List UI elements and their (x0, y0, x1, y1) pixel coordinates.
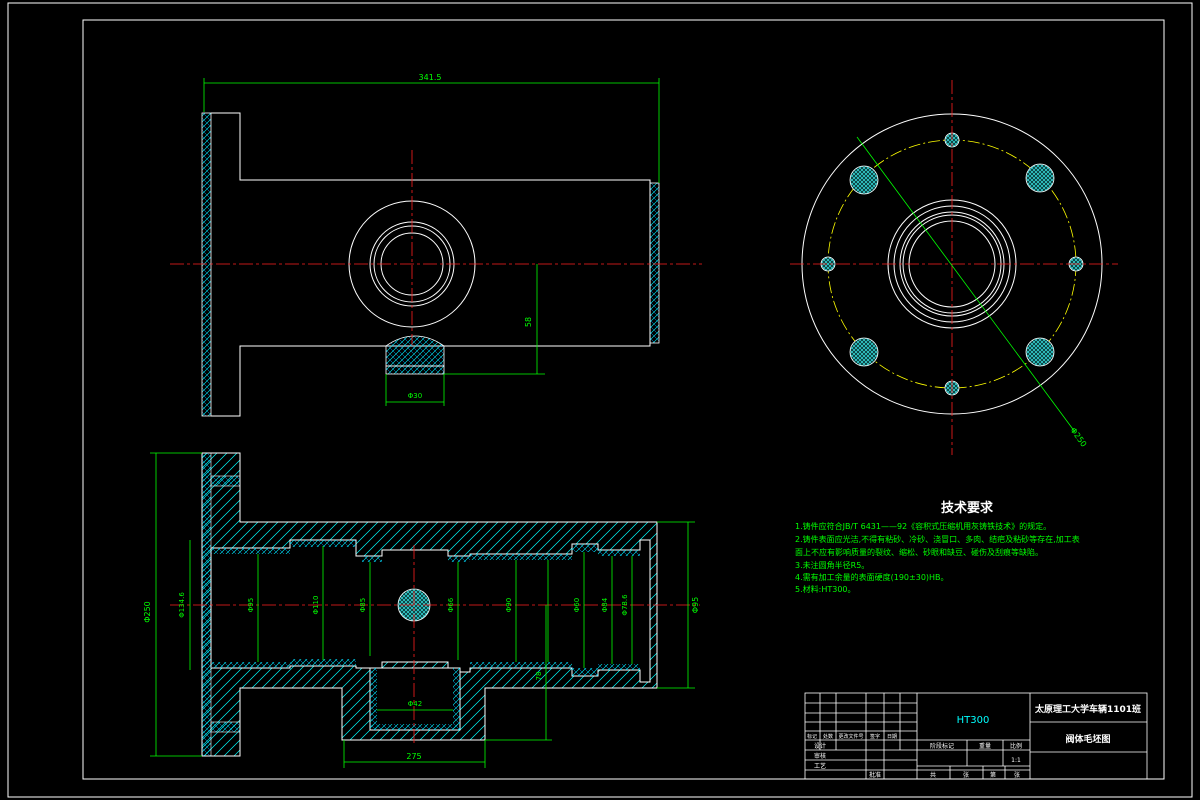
sheet-total-label: 共 (930, 771, 936, 779)
dim-d4-label: Φ66 (447, 597, 455, 612)
bolt-hole-2 (1025, 163, 1055, 193)
col-label-mark: 标记 (807, 733, 817, 740)
bore-lining-bot-2 (290, 659, 356, 666)
dim-d1-label: Φ95 (247, 598, 255, 612)
bolt-hole-3 (849, 337, 879, 367)
tech-requirements-title: 技术要求 (941, 500, 994, 516)
col-label-sign: 签字 (870, 733, 880, 740)
bore-lining-bot-5 (598, 664, 640, 670)
tech-item-1: 1.铸件应符合JB/T 6431——92《容积式压缩机用灰铸铁技术》的规定。 (795, 521, 1051, 531)
dim-length-label: 341.5 (419, 73, 442, 82)
dim-right1-label: Φ78.6 (621, 594, 629, 616)
top-view-flange-hatch (201, 112, 212, 417)
col-label-date: 日期 (887, 734, 897, 740)
row-label-process: 工艺 (814, 762, 826, 770)
top-view-end-hatch (649, 182, 660, 344)
dim-boss-label: Φ30 (408, 392, 422, 400)
bottom-port-lining-b (370, 724, 460, 730)
title-scale: 1:1 (1011, 757, 1021, 764)
scale-label: 比例 (1010, 742, 1022, 750)
dim-bottom-inner-label: Φ42 (408, 700, 422, 708)
section-flange-strip (201, 452, 212, 757)
bore-lining-top-6 (362, 556, 382, 562)
dim-bottom-label: 275 (406, 752, 421, 761)
top-view-bottom-boss (385, 335, 445, 367)
dim-d3-label: Φ85 (359, 598, 367, 612)
dim-d5-label: Φ90 (505, 598, 513, 612)
bolt-hole-1 (849, 165, 879, 195)
bore-lining-top-3 (470, 554, 572, 560)
title-drawing-name: 阀体毛坯图 (1065, 733, 1110, 745)
col-label-doc: 更改文件号 (838, 733, 863, 740)
dim-total-height-label: Φ250 (143, 601, 152, 623)
tech-item-4: 4.需有加工余量的表面硬度(190±30)HB。 (795, 572, 949, 582)
top-view-bottom-boss-lip (385, 365, 445, 375)
dim-d7-label: Φ84 (601, 597, 609, 612)
tech-item-2b: 面上不应有影响质量的裂纹、缩松、砂眼和缺豆、碰伤及刮痕等缺陷。 (795, 547, 1043, 557)
row-label-design: 设计 (814, 742, 826, 750)
bottom-port-lining (370, 668, 377, 730)
weight-label: 重量 (979, 742, 991, 750)
row-label-approve: 批准 (869, 771, 881, 779)
bore-lining-bot-4 (572, 668, 598, 676)
bolt-hole-4 (1025, 337, 1055, 367)
tech-item-5: 5.材料:HT300。 (795, 584, 856, 594)
dim-d6-label: Φ60 (573, 598, 581, 612)
bottom-port-lining-r (453, 668, 460, 730)
flange-end-view: Φ250 (790, 80, 1118, 455)
sheet-no-label: 第 (990, 771, 996, 779)
col-label-count: 处数 (823, 733, 833, 740)
title-school: 太原理工大学车辆1101班 (1034, 703, 1141, 715)
section-bolt-bore-bottom (210, 721, 241, 733)
bore-lining-bot-3 (470, 662, 572, 668)
tech-item-3: 3.未注圆角半径R5。 (795, 560, 869, 570)
title-block-text: HT300 太原理工大学车辆1101班 阀体毛坯图 1:1 标记 处数 更改文件… (807, 703, 1141, 779)
title-material: HT300 (957, 715, 990, 726)
sheet-no-unit: 张 (1014, 771, 1020, 779)
bore-lining-bot-1 (211, 662, 290, 668)
dim-right2-label: Φ95 (691, 597, 700, 613)
dim-left-label: Φ134.6 (178, 592, 186, 618)
tech-requirements: 技术要求 1.铸件应符合JB/T 6431——92《容积式压缩机用灰铸铁技术》的… (795, 500, 1080, 594)
tech-item-2: 2.铸件表面应光洁,不得有粘砂、冷砂、浇冒口、多肉、结疤及粘砂等存在,加工表 (795, 534, 1080, 544)
row-label-review: 审核 (814, 752, 826, 760)
bore-lining-top-5 (598, 550, 640, 556)
top-view: 341.5 58 Φ30 (170, 73, 702, 417)
section-bottom-port (369, 667, 461, 731)
bore-lining-top-4 (572, 544, 598, 552)
stage-label: 阶段标记 (930, 742, 954, 750)
bore-lining-top-1 (211, 548, 290, 554)
dim-diameter-label: Φ250 (1068, 426, 1088, 449)
dim-height-label: 58 (524, 317, 533, 327)
dim-vertical-label: 78 (535, 672, 543, 681)
sheet-total-unit: 张 (963, 771, 969, 779)
section-view: Φ250 Φ134.6 Φ95 Φ110 Φ85 Φ66 Φ90 Φ60 Φ84… (143, 452, 700, 768)
bore-lining-top-7 (448, 556, 470, 562)
section-bolt-bore-top (210, 475, 241, 487)
cad-drawing-canvas: 341.5 58 Φ30 Φ250 Φ250 Φ134.6 Φ95 Φ110 Φ… (7, 2, 1193, 798)
dim-d2-label: Φ110 (312, 596, 320, 615)
bore-lining-top-2 (290, 540, 356, 547)
